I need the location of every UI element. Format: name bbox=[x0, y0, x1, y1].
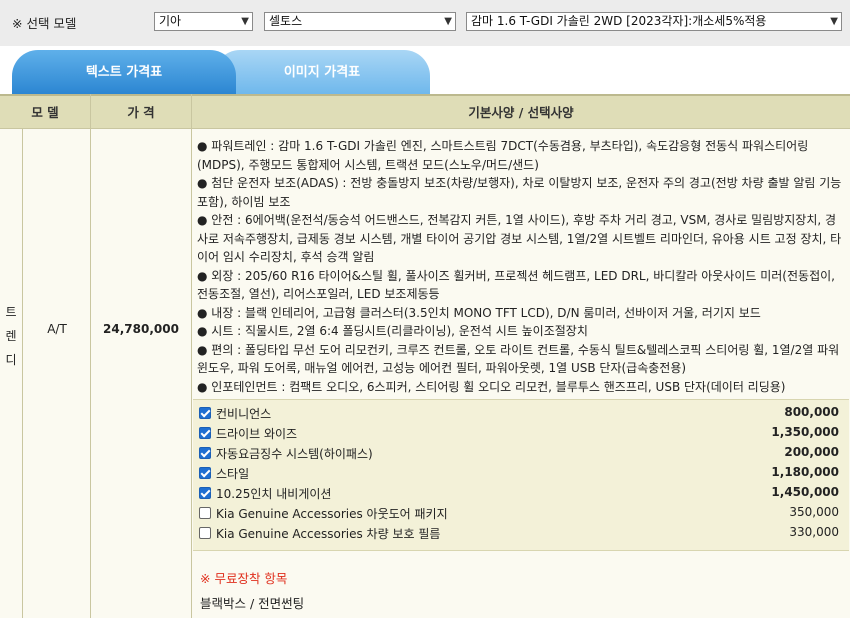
trim-char: 트 bbox=[5, 305, 17, 319]
transmission: A/T bbox=[47, 322, 67, 336]
column-divider bbox=[90, 94, 91, 618]
option-row[interactable]: 드라이브 와이즈 1,350,000 bbox=[199, 424, 839, 444]
option-row[interactable]: 자동요금징수 시스템(하이패스) 200,000 bbox=[199, 444, 839, 464]
option-price: 800,000 bbox=[784, 405, 839, 419]
spec-safety: ● 안전 : 6에어백(운전석/동승석 어드밴스드, 전복감지 커튼, 1열 사… bbox=[197, 213, 842, 264]
option-list: 컨비니언스 800,000 드라이브 와이즈 1,350,000 자동요금징수 … bbox=[193, 399, 849, 551]
option-row[interactable]: 컨비니언스 800,000 bbox=[199, 404, 839, 424]
option-row[interactable]: Kia Genuine Accessories 차량 보호 필름 330,000 bbox=[199, 524, 839, 544]
table-header: 모 델 가 격 기본사양 / 선택사양 bbox=[0, 94, 850, 129]
option-row[interactable]: 10.25인치 내비게이션 1,450,000 bbox=[199, 484, 839, 504]
option-price: 1,450,000 bbox=[771, 485, 839, 499]
tab-image-price[interactable]: 이미지 가격표 bbox=[214, 50, 430, 94]
checkbox-checked[interactable] bbox=[199, 447, 211, 459]
tab-text-price[interactable]: 텍스트 가격표 bbox=[12, 50, 236, 94]
trim-select-value: 감마 1.6 T-GDI 가솔린 2WD [2023각자]:개소세5%적용 bbox=[471, 14, 767, 28]
column-divider bbox=[191, 94, 192, 618]
brand-select-value: 기아 bbox=[159, 14, 182, 28]
checkbox-unchecked[interactable] bbox=[199, 507, 211, 519]
header-price: 가 격 bbox=[127, 105, 155, 120]
header-spec: 기본사양 / 선택사양 bbox=[468, 105, 574, 120]
trim-select[interactable]: 감마 1.6 T-GDI 가솔린 2WD [2023각자]:개소세5%적용 ▼ bbox=[466, 12, 842, 31]
checkbox-checked[interactable] bbox=[199, 467, 211, 479]
option-name: 컨비니언스 bbox=[216, 407, 272, 421]
header-model: 모 델 bbox=[31, 105, 59, 120]
spec-exterior: ● 외장 : 205/60 R16 타이어&스틸 휠, 풀사이즈 휠커버, 프로… bbox=[197, 268, 835, 302]
option-price: 1,350,000 bbox=[771, 425, 839, 439]
trim-char: 디 bbox=[5, 353, 17, 367]
checkbox-checked[interactable] bbox=[199, 427, 211, 439]
spec-seat: ● 시트 : 직물시트, 2열 6:4 폴딩시트(리클라이닝), 운전석 시트 … bbox=[197, 324, 588, 338]
checkbox-unchecked[interactable] bbox=[199, 527, 211, 539]
price-tabs: 이미지 가격표 텍스트 가격표 bbox=[0, 46, 850, 94]
chevron-down-icon: ▼ bbox=[241, 16, 249, 27]
trim-name: 트 렌 디 bbox=[0, 300, 22, 372]
model-select-value: 셀토스 bbox=[269, 14, 303, 28]
option-price: 330,000 bbox=[789, 525, 839, 539]
option-row[interactable]: 스타일 1,180,000 bbox=[199, 464, 839, 484]
checkbox-checked[interactable] bbox=[199, 487, 211, 499]
option-name: 자동요금징수 시스템(하이패스) bbox=[216, 447, 373, 461]
option-name: 스타일 bbox=[216, 467, 250, 481]
free-install-title: ※ 무료장착 항목 bbox=[200, 571, 288, 586]
option-price: 350,000 bbox=[789, 505, 839, 519]
option-name: Kia Genuine Accessories 아웃도어 패키지 bbox=[216, 507, 448, 521]
brand-select[interactable]: 기아 ▼ bbox=[154, 12, 253, 31]
model-selector-bar: ※ 선택 모델 기아 ▼ 셀토스 ▼ 감마 1.6 T-GDI 가솔린 2WD … bbox=[0, 0, 850, 46]
spec-adas: ● 첨단 운전자 보조(ADAS) : 전방 충돌방지 보조(차량/보행자), … bbox=[197, 176, 842, 209]
trim-char: 렌 bbox=[5, 329, 17, 343]
checkbox-checked[interactable] bbox=[199, 407, 211, 419]
option-name: 10.25인치 내비게이션 bbox=[216, 487, 332, 501]
chevron-down-icon: ▼ bbox=[444, 16, 452, 27]
column-divider bbox=[22, 129, 23, 618]
option-price: 200,000 bbox=[784, 445, 839, 459]
spec-powertrain: ● 파워트레인 : 감마 1.6 T-GDI 가솔린 엔진, 스마트스트림 7D… bbox=[197, 139, 809, 172]
selector-label: ※ 선택 모델 bbox=[12, 16, 77, 31]
option-price: 1,180,000 bbox=[771, 465, 839, 479]
spec-interior: ● 내장 : 블랙 인테리어, 고급형 클러스터(3.5인치 MONO TFT … bbox=[197, 305, 761, 320]
free-install-items: 블랙박스 / 전면썬팅 bbox=[200, 596, 305, 611]
spec-infotainment: ● 인포테인먼트 : 컴팩트 오디오, 6스피커, 스티어링 휠 오디오 리모컨… bbox=[197, 379, 786, 394]
spec-list: ● 파워트레인 : 감마 1.6 T-GDI 가솔린 엔진, 스마트스트림 7D… bbox=[197, 137, 845, 396]
option-row[interactable]: Kia Genuine Accessories 아웃도어 패키지 350,000 bbox=[199, 504, 839, 524]
base-price: 24,780,000 bbox=[103, 322, 179, 336]
option-name: 드라이브 와이즈 bbox=[216, 427, 298, 441]
chevron-down-icon: ▼ bbox=[830, 16, 838, 27]
spec-convenience: ● 편의 : 폴딩타입 무선 도어 리모컨키, 크루즈 컨트롤, 오토 라이트 … bbox=[197, 342, 840, 376]
model-select[interactable]: 셀토스 ▼ bbox=[264, 12, 456, 31]
option-name: Kia Genuine Accessories 차량 보호 필름 bbox=[216, 527, 441, 541]
